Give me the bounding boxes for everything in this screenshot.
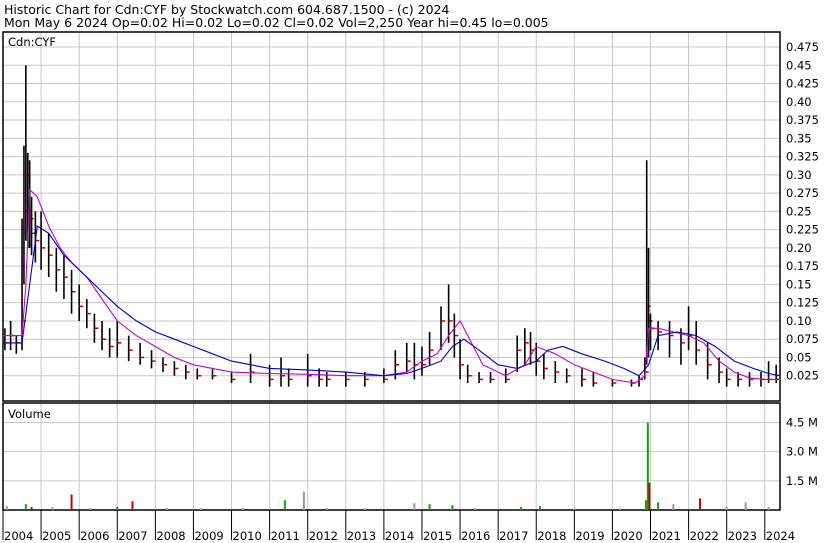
volume-tick-label: 3.0 M [786, 445, 818, 459]
price-tick-label: 0.025 [786, 369, 819, 383]
ticker-label: Cdn:CYF [8, 35, 56, 49]
price-tick-label: 0.325 [786, 150, 819, 164]
year-tick-label: 2018 [537, 529, 566, 543]
volume-marks [5, 422, 770, 510]
volume-tick-label: 1.5 M [786, 474, 818, 488]
year-tick-label: 2007 [118, 529, 147, 543]
price-tick-label: 0.30 [786, 168, 812, 182]
price-tick-label: 0.075 [786, 332, 819, 346]
price-tick-label: 0.35 [786, 131, 812, 145]
price-tick-label: 0.225 [786, 223, 819, 237]
price-tick-label: 0.15 [786, 277, 812, 291]
price-tick-label: 0.20 [786, 241, 812, 255]
year-tick-label: 2023 [728, 529, 757, 543]
volume-y-axis: 1.5 M 3.0 M 4.5 M [786, 415, 818, 487]
year-tick-label: 2017 [499, 529, 528, 543]
price-tick-label: 0.25 [786, 204, 812, 218]
moving-average-long [3, 225, 781, 377]
year-tick-label: 2011 [271, 529, 300, 543]
year-tick-label: 2021 [652, 529, 681, 543]
year-tick-label: 2013 [347, 529, 376, 543]
price-tick-label: 0.375 [786, 113, 819, 127]
x-axis: 2004 2005 2006 2007 2008 2009 2010 2011 2012 2013… [2, 510, 795, 543]
moving-average-short [3, 188, 780, 384]
year-tick-label: 2024 [766, 529, 795, 543]
year-tick-label: 2019 [575, 529, 604, 543]
price-tick-label: 0.05 [786, 350, 812, 364]
price-grid [2, 32, 780, 401]
year-tick-label: 2008 [156, 529, 185, 543]
year-tick-label: 2005 [42, 529, 71, 543]
volume-grid [2, 403, 780, 510]
price-tick-label: 0.40 [786, 95, 812, 109]
price-tick-label: 0.10 [786, 314, 812, 328]
year-tick-label: 2009 [194, 529, 223, 543]
year-tick-label: 2010 [233, 529, 262, 543]
volume-panel-frame [2, 402, 781, 511]
year-tick-label: 2014 [385, 529, 414, 543]
price-tick-label: 0.425 [786, 77, 819, 91]
stock-chart: Historic Chart for Cdn:CYF by Stockwatch… [2, 2, 819, 543]
year-tick-label: 2016 [461, 529, 490, 543]
volume-tick-label: 4.5 M [786, 415, 818, 429]
price-y-axis: 0.025 0.05 0.075 0.10 0.125 0.15 0.175 0.20 0.22… [786, 40, 819, 383]
price-tick-label: 0.45 [786, 58, 812, 72]
year-tick-label: 2015 [423, 529, 452, 543]
year-tick-label: 2006 [80, 529, 109, 543]
price-tick-label: 0.175 [786, 259, 819, 273]
chart-header-line2: Mon May 6 2024 Op=0.02 Hi=0.02 Lo=0.02 C… [4, 15, 549, 30]
year-tick-label: 2004 [4, 529, 33, 543]
price-marks [4, 65, 781, 387]
price-tick-label: 0.275 [786, 186, 819, 200]
year-tick-label: 2022 [690, 529, 719, 543]
volume-label: Volume [8, 407, 51, 421]
moving-average-lines [3, 188, 781, 384]
price-tick-label: 0.125 [786, 296, 819, 310]
price-tick-label: 0.475 [786, 40, 819, 54]
price-panel-frame [2, 31, 781, 402]
year-tick-label: 2020 [613, 529, 642, 543]
year-tick-label: 2012 [309, 529, 338, 543]
